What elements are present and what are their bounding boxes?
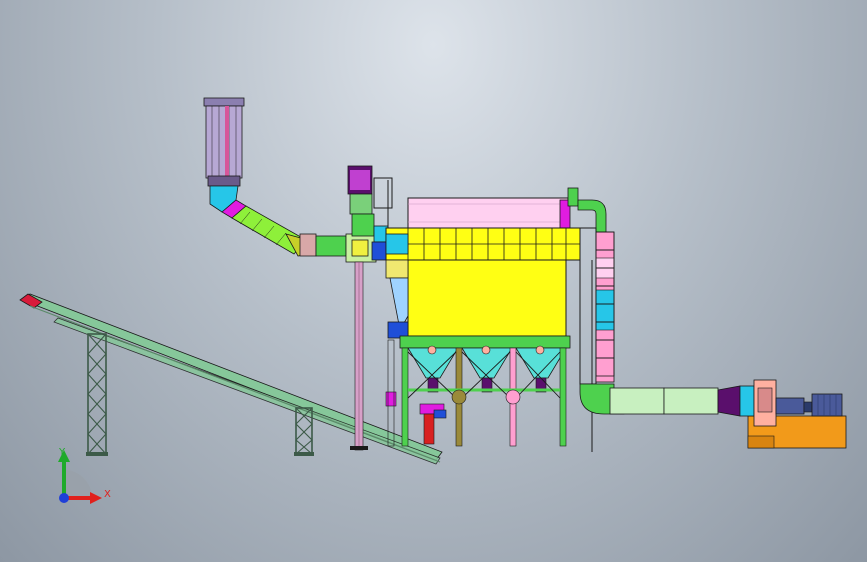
induced-draft-fan — [739, 379, 847, 449]
exhaust-stack — [203, 97, 247, 219]
x-axis-arrow-icon — [90, 492, 102, 504]
inlet-valve-tower — [347, 165, 393, 451]
cad-viewport[interactable]: Y X — [0, 0, 867, 562]
triad-plane — [64, 470, 92, 498]
belt-conveyor — [19, 293, 443, 465]
conveyor-support-truss-left — [86, 333, 108, 456]
z-axis-origin-icon — [59, 493, 69, 503]
conveyor-belt-upper — [21, 293, 443, 461]
y-axis-label: Y — [58, 447, 66, 458]
bag-house-dust-collector — [385, 187, 581, 447]
dust-collector-assembly-drawing: Y X — [19, 97, 847, 504]
outlet-duct — [577, 199, 741, 452]
x-axis-label: X — [104, 489, 111, 500]
conveyor-belt-lower — [53, 317, 441, 465]
